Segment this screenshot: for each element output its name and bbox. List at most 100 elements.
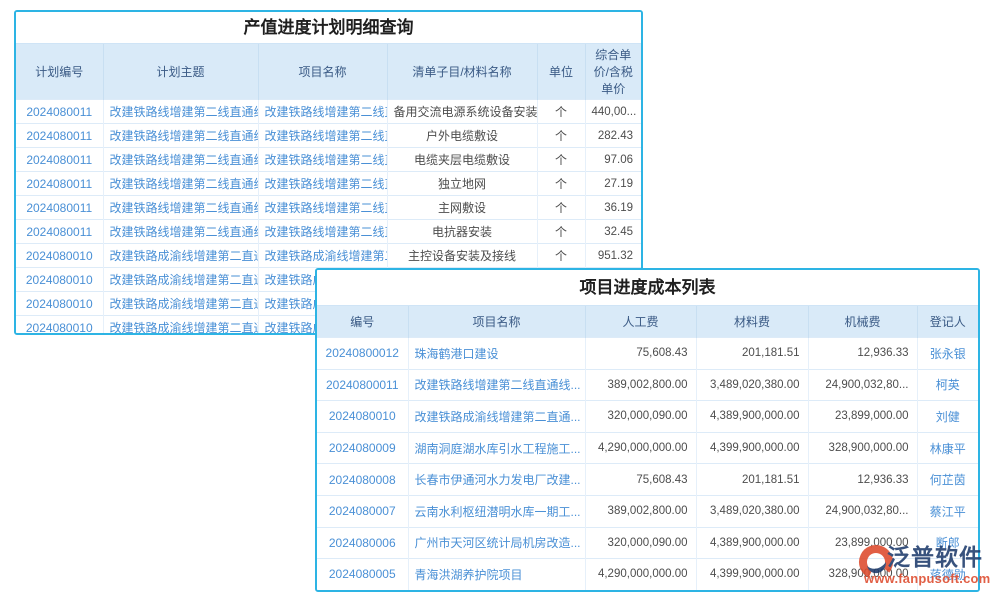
- column-header-labor-fee: 人工费: [585, 306, 696, 338]
- plan-cell-plan-subject[interactable]: 改建铁路线增建第二线直通线: [103, 100, 258, 124]
- plan-cell-plan-subject[interactable]: 改建铁路线增建第二线直通线: [103, 148, 258, 172]
- cost-cell-machine: 328,900,000.00: [808, 432, 917, 464]
- plan-cell-project-name[interactable]: 改建铁路线增建第二线直通线: [258, 148, 387, 172]
- plan-cell-item-name: 备用交流电源系统设备安装: [387, 100, 537, 124]
- column-header-plan-subject: 计划主题: [103, 44, 258, 100]
- plan-cell-project-name[interactable]: 改建铁路线增建第二线直通线: [258, 196, 387, 220]
- cost-cell-labor: 320,000,090.00: [585, 527, 696, 559]
- plan-cell-price: 951.32: [585, 244, 641, 268]
- table-row: 20240800012珠海鹤港口建设75,608.43201,181.5112,…: [317, 338, 978, 370]
- cost-cell-no[interactable]: 20240800011: [317, 369, 408, 401]
- table-row: 2024080011改建铁路线增建第二线直通线改建铁路线增建第二线直通线独立地网…: [16, 172, 641, 196]
- cost-cell-no[interactable]: 2024080006: [317, 527, 408, 559]
- cost-cell-registrant[interactable]: 柯英: [917, 369, 978, 401]
- plan-cell-price: 97.06: [585, 148, 641, 172]
- cost-cell-material: 4,389,900,000.00: [696, 527, 808, 559]
- cost-cell-registrant[interactable]: 林康平: [917, 432, 978, 464]
- cost-cell-labor: 75,608.43: [585, 338, 696, 370]
- cost-cell-project[interactable]: 青海洪湖养护院项目: [408, 559, 585, 590]
- column-header-registrant: 登记人: [917, 306, 978, 338]
- cost-cell-project[interactable]: 湖南洞庭湖水库引水工程施工...: [408, 432, 585, 464]
- table-row: 2024080009湖南洞庭湖水库引水工程施工...4,290,000,000.…: [317, 432, 978, 464]
- table-row: 2024080011改建铁路线增建第二线直通线改建铁路线增建第二线直通线备用交流…: [16, 100, 641, 124]
- plan-cell-item-name: 电缆夹层电缆敷设: [387, 148, 537, 172]
- plan-cell-unit: 个: [537, 244, 585, 268]
- plan-cell-project-name[interactable]: 改建铁路成渝线增建第二直通: [258, 244, 387, 268]
- plan-cell-plan-no[interactable]: 2024080010: [16, 268, 103, 292]
- column-header-item-name: 清单子目/材料名称: [387, 44, 537, 100]
- cost-cell-project[interactable]: 改建铁路线增建第二线直通线...: [408, 369, 585, 401]
- plan-table-header: 计划编号 计划主题 项目名称 清单子目/材料名称 单位 综合单价/含税单价: [16, 44, 641, 100]
- plan-cell-project-name[interactable]: 改建铁路线增建第二线直通线: [258, 100, 387, 124]
- plan-cell-unit: 个: [537, 220, 585, 244]
- table-row: 20240800011改建铁路线增建第二线直通线...389,002,800.0…: [317, 369, 978, 401]
- cost-cell-project[interactable]: 云南水利枢纽潜明水库一期工...: [408, 495, 585, 527]
- plan-cell-plan-subject[interactable]: 改建铁路线增建第二线直通线: [103, 220, 258, 244]
- plan-cell-plan-no[interactable]: 2024080010: [16, 316, 103, 336]
- cost-table-header: 编号 项目名称 人工费 材料费 机械费 登记人: [317, 306, 978, 338]
- cost-cell-no[interactable]: 2024080010: [317, 401, 408, 433]
- cost-cell-project[interactable]: 广州市天河区统计局机房改造...: [408, 527, 585, 559]
- plan-cell-unit: 个: [537, 148, 585, 172]
- table-row: 2024080008长春市伊通河水力发电厂改建...75,608.43201,1…: [317, 464, 978, 496]
- plan-cell-project-name[interactable]: 改建铁路线增建第二线直通线: [258, 124, 387, 148]
- plan-cell-plan-subject[interactable]: 改建铁路成渝线增建第二直通: [103, 244, 258, 268]
- plan-cell-plan-subject[interactable]: 改建铁路成渝线增建第二直通: [103, 316, 258, 336]
- fanpu-logo: 泛普软件 www.fanpusoft.com: [858, 544, 996, 590]
- cost-cell-no[interactable]: 2024080005: [317, 559, 408, 590]
- table-row: 2024080011改建铁路线增建第二线直通线改建铁路线增建第二线直通线电抗器安…: [16, 220, 641, 244]
- cost-cell-project[interactable]: 珠海鹤港口建设: [408, 338, 585, 370]
- plan-cell-item-name: 主控设备安装及接线: [387, 244, 537, 268]
- table-row: 2024080007云南水利枢纽潜明水库一期工...389,002,800.00…: [317, 495, 978, 527]
- cost-cell-labor: 4,290,000,000.00: [585, 432, 696, 464]
- plan-cell-plan-subject[interactable]: 改建铁路线增建第二线直通线: [103, 124, 258, 148]
- plan-cell-plan-no[interactable]: 2024080011: [16, 148, 103, 172]
- cost-cell-no[interactable]: 2024080008: [317, 464, 408, 496]
- plan-cell-item-name: 电抗器安装: [387, 220, 537, 244]
- plan-cell-unit: 个: [537, 196, 585, 220]
- plan-cell-plan-no[interactable]: 2024080011: [16, 196, 103, 220]
- plan-cell-price: 440,00...: [585, 100, 641, 124]
- plan-cell-price: 36.19: [585, 196, 641, 220]
- table-row: 2024080010改建铁路成渝线增建第二直通...320,000,090.00…: [317, 401, 978, 433]
- plan-cell-plan-subject[interactable]: 改建铁路成渝线增建第二直通: [103, 292, 258, 316]
- logo-url-text: www.fanpusoft.com: [864, 571, 990, 586]
- column-header-project: 项目名称: [408, 306, 585, 338]
- plan-cell-plan-no[interactable]: 2024080011: [16, 100, 103, 124]
- cost-cell-no[interactable]: 2024080009: [317, 432, 408, 464]
- cost-cell-material: 4,399,900,000.00: [696, 559, 808, 590]
- logo-brand-text: 泛普软件: [887, 544, 983, 570]
- cost-cell-labor: 389,002,800.00: [585, 369, 696, 401]
- cost-cell-machine: 24,900,032,80...: [808, 369, 917, 401]
- column-header-no: 编号: [317, 306, 408, 338]
- cost-cell-no[interactable]: 20240800012: [317, 338, 408, 370]
- plan-cell-project-name[interactable]: 改建铁路线增建第二线直通线: [258, 220, 387, 244]
- plan-cell-unit: 个: [537, 124, 585, 148]
- cost-cell-registrant[interactable]: 刘健: [917, 401, 978, 433]
- column-header-plan-no: 计划编号: [16, 44, 103, 100]
- plan-cell-plan-subject[interactable]: 改建铁路线增建第二线直通线: [103, 196, 258, 220]
- plan-cell-plan-no[interactable]: 2024080011: [16, 172, 103, 196]
- table-row: 2024080011改建铁路线增建第二线直通线改建铁路线增建第二线直通线电缆夹层…: [16, 148, 641, 172]
- cost-cell-no[interactable]: 2024080007: [317, 495, 408, 527]
- plan-cell-plan-no[interactable]: 2024080010: [16, 292, 103, 316]
- cost-cell-registrant[interactable]: 何芷茵: [917, 464, 978, 496]
- plan-cell-plan-subject[interactable]: 改建铁路线增建第二线直通线: [103, 172, 258, 196]
- cost-cell-labor: 75,608.43: [585, 464, 696, 496]
- cost-cell-project[interactable]: 改建铁路成渝线增建第二直通...: [408, 401, 585, 433]
- table-row: 2024080010改建铁路成渝线增建第二直通改建铁路成渝线增建第二直通主控设备…: [16, 244, 641, 268]
- plan-cell-plan-no[interactable]: 2024080011: [16, 124, 103, 148]
- plan-cell-plan-no[interactable]: 2024080010: [16, 244, 103, 268]
- cost-cell-machine: 12,936.33: [808, 464, 917, 496]
- cost-cell-registrant[interactable]: 张永银: [917, 338, 978, 370]
- plan-cell-plan-no[interactable]: 2024080011: [16, 220, 103, 244]
- cost-cell-project[interactable]: 长春市伊通河水力发电厂改建...: [408, 464, 585, 496]
- plan-cell-project-name[interactable]: 改建铁路线增建第二线直通线: [258, 172, 387, 196]
- plan-table-title: 产值进度计划明细查询: [16, 12, 641, 44]
- plan-cell-plan-subject[interactable]: 改建铁路成渝线增建第二直通: [103, 268, 258, 292]
- cost-cell-machine: 12,936.33: [808, 338, 917, 370]
- cost-cell-registrant[interactable]: 蔡江平: [917, 495, 978, 527]
- plan-cell-price: 282.43: [585, 124, 641, 148]
- cost-cell-machine: 24,900,032,80...: [808, 495, 917, 527]
- cost-cell-material: 201,181.51: [696, 338, 808, 370]
